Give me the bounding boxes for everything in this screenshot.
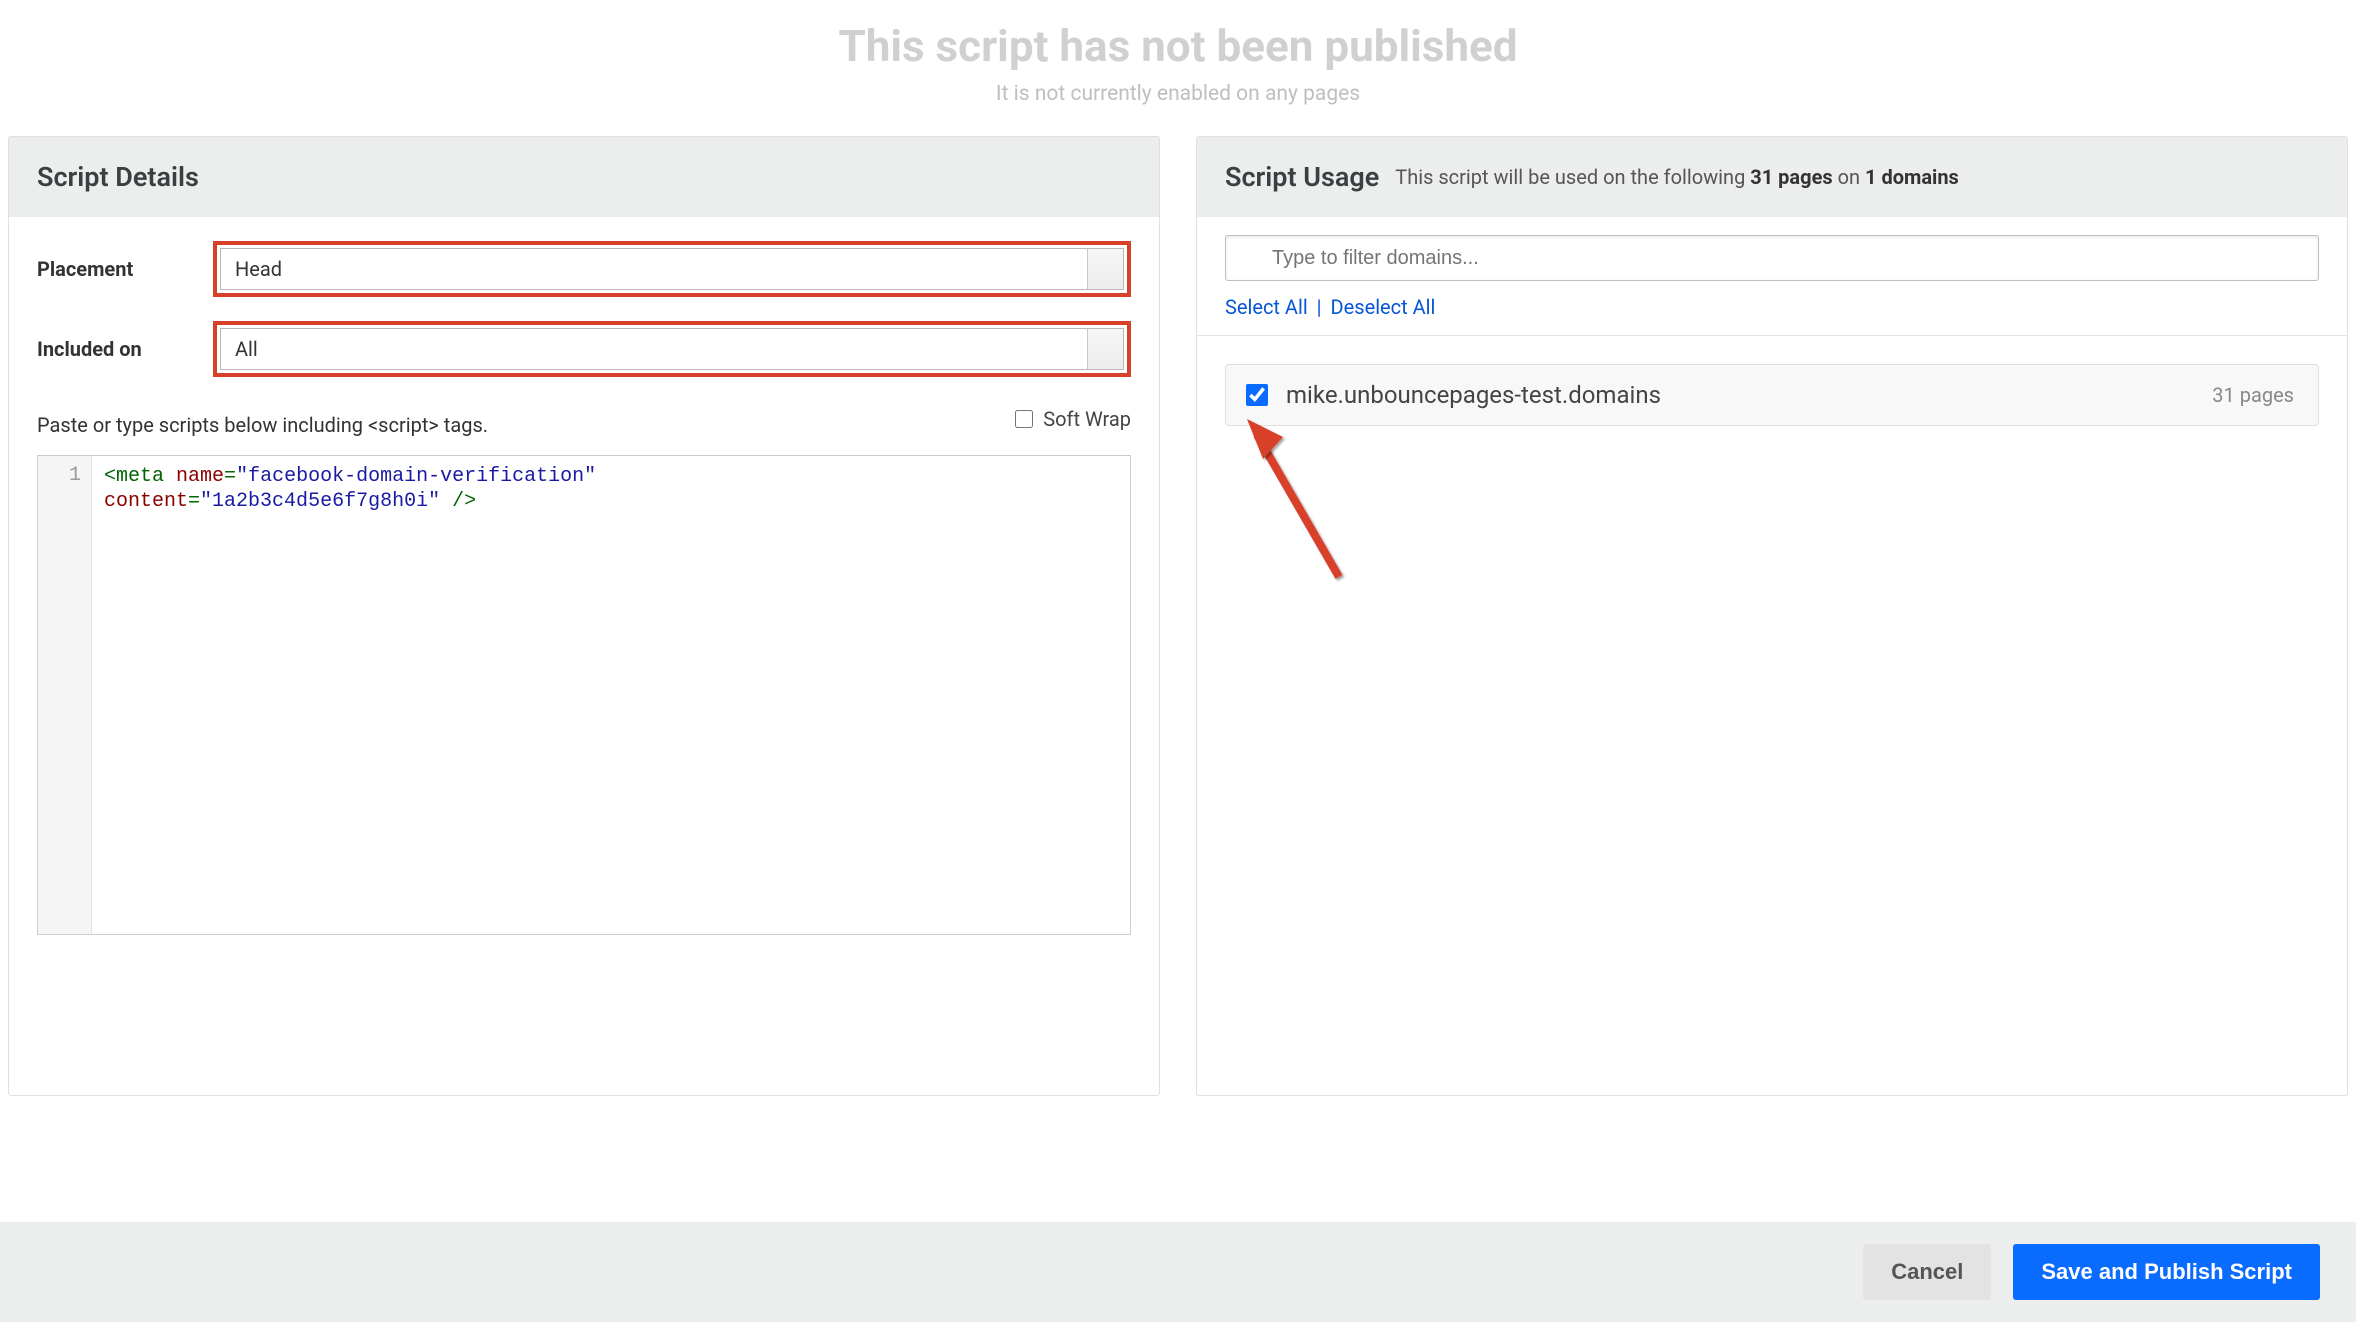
code-content[interactable]: <meta name="facebook-domain-verification… [92,456,1130,934]
dropdown-arrow-icon [1087,249,1123,289]
soft-wrap-checkbox[interactable] [1015,410,1033,428]
placement-value: Head [235,257,282,281]
banner-subtitle: It is not currently enabled on any pages [0,82,2356,106]
selection-links: Select All | Deselect All [1225,295,2319,319]
script-details-title: Script Details [37,161,199,193]
domain-filter-row: Select All | Deselect All [1197,217,2347,336]
placement-label: Placement [37,257,197,281]
domain-filter-input[interactable] [1225,235,2319,281]
domain-page-count: 31 pages [2212,383,2294,407]
included-on-value: All [235,337,258,361]
script-usage-panel: Script Usage This script will be used on… [1196,136,2348,1096]
script-usage-title: Script Usage [1225,161,1379,193]
script-details-panel: Script Details Placement Head Included o… [8,136,1160,1096]
domain-row[interactable]: mike.unbouncepages-test.domains 31 pages [1225,364,2319,426]
annotation-arrow-icon [1219,397,1359,597]
select-all-link[interactable]: Select All [1225,295,1308,319]
code-gutter: 1 [38,456,92,934]
line-number: 1 [48,464,81,487]
deselect-all-link[interactable]: Deselect All [1331,295,1436,319]
banner-title: This script has not been published [0,20,2356,72]
placement-highlight: Head [213,241,1131,297]
script-details-header: Script Details [9,137,1159,217]
script-instruction: Paste or type scripts below including <s… [37,413,488,437]
included-on-highlight: All [213,321,1131,377]
script-usage-header: Script Usage This script will be used on… [1197,137,2347,217]
placement-select[interactable]: Head [220,248,1124,290]
footer-bar: Cancel Save and Publish Script [0,1222,2356,1322]
dropdown-arrow-icon [1087,329,1123,369]
included-on-select[interactable]: All [220,328,1124,370]
domain-checkbox[interactable] [1246,384,1268,406]
script-usage-description: This script will be used on the followin… [1395,165,1959,189]
cancel-button[interactable]: Cancel [1863,1244,1991,1300]
code-editor[interactable]: 1 <meta name="facebook-domain-verificati… [37,455,1131,935]
link-divider: | [1317,295,1322,319]
save-publish-button[interactable]: Save and Publish Script [2013,1244,2320,1300]
unpublished-banner: This script has not been published It is… [0,0,2356,136]
soft-wrap-label: Soft Wrap [1043,407,1131,431]
included-on-label: Included on [37,337,197,361]
soft-wrap-toggle[interactable]: Soft Wrap [1015,407,1131,431]
domain-name: mike.unbouncepages-test.domains [1286,381,2194,409]
